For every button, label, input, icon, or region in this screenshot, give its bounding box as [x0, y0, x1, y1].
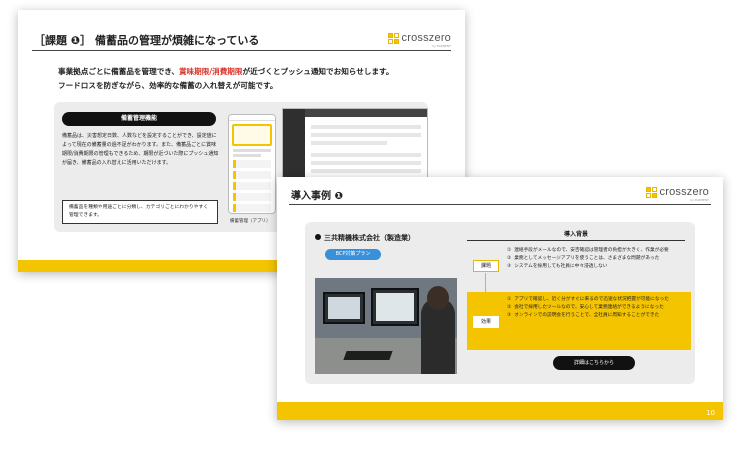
- brand-logo: crosszero by ELEMENT: [387, 32, 451, 48]
- effect-box: 効果 ① アプリで確認し、近く分がすぐに来るので迅速な状況把握が可能になった ②会…: [467, 292, 691, 350]
- company-label: 三共精機株式会社（製造業）: [324, 234, 415, 242]
- issue-list: ① 連絡手段がメールなので、安否確認は管理者の負担が大きく、作業が必要 ② 業務とし…: [507, 247, 685, 271]
- logo-mark-icon: [387, 32, 399, 44]
- bullet-icon: [315, 234, 321, 240]
- case-panel: 三共精機株式会社（製造業） BCP対策プラン 導入背景 課題 ① 連絡手段がメール…: [305, 222, 695, 384]
- logo-mark-icon: [645, 186, 657, 198]
- feature-note: 備蓄品を種類や用途ごとに分類し、カテゴリごとにわかりやすく管理できます。: [62, 200, 218, 224]
- title-divider: [289, 204, 711, 205]
- logo-text: crosszero: [659, 186, 709, 198]
- feature-description: 備蓄品は、災害想定日数、人数などを設定することができ、設定値によって現在の備蓄量…: [62, 133, 219, 166]
- title-divider: [32, 50, 451, 51]
- footer-bar: 10: [277, 402, 723, 420]
- logo-subtext: by ELEMENT: [432, 44, 451, 48]
- details-button[interactable]: 詳細はこちらから: [553, 356, 635, 370]
- intro-line-2: フードロスを防ぎながら、効率的な備蓄の入れ替えが可能です。: [58, 81, 278, 90]
- effect-label: 効果: [473, 316, 499, 328]
- plan-badge: BCP対策プラン: [325, 249, 381, 260]
- feature-heading: 備蓄管理機能: [62, 112, 216, 126]
- slide-title: 導入事例 ❶: [291, 191, 343, 202]
- company-name: 三共精機株式会社（製造業）: [315, 233, 415, 243]
- issue-item: ② 業務としてメッセージアプリを使うことは、さまざまな問題があった: [507, 256, 660, 261]
- intro-before: 事業拠点ごとに備蓄品を管理でき、: [58, 67, 179, 76]
- logo-subtext: by ELEMENT: [690, 198, 709, 202]
- phone-caption: 備蓄管理（アプリ）: [230, 219, 271, 224]
- phone-screenshot: [228, 114, 276, 214]
- intro-highlight: 賞味期限/消費期限: [178, 67, 243, 76]
- effect-item: ② 会社で採用したツールなので、安心して業務連絡ができるようになった: [507, 305, 664, 310]
- intro-after: が近づくとプッシュ通知でお知らせします。: [242, 67, 394, 76]
- office-photo: [315, 278, 457, 374]
- issue-item: ① 連絡手段がメールなので、安否確認は管理者の負担が大きく、作業が必要: [507, 248, 669, 253]
- effect-item: ① アプリで確認し、近く分がすぐに来るので迅速な状況把握が可能になった: [507, 297, 669, 302]
- intro-text: 事業拠点ごとに備蓄品を管理でき、賞味期限/消費期限が近づくとプッシュ通知でお知ら…: [58, 65, 393, 93]
- logo-text: crosszero: [401, 32, 451, 44]
- issue-label: 課題: [473, 260, 499, 272]
- effect-list: ① アプリで確認し、近く分がすぐに来るので迅速な状況把握が可能になった ② 会社で採…: [507, 296, 687, 320]
- slide-title: ［課題 ❶］ 備蓄品の管理が煩雑になっている: [34, 34, 260, 47]
- brand-logo: crosszero by ELEMENT: [645, 186, 709, 202]
- background-heading: 導入背景: [467, 229, 685, 241]
- issue-item: ③ システムを採用しても社員に中々浸透しない: [507, 264, 608, 269]
- effect-item: ③ オンラインでの説明会を行うことで、全社員に周知することができた: [507, 313, 660, 318]
- slide-case-study-1: 導入事例 ❶ crosszero by ELEMENT 三共精機株式会社（製造業…: [277, 177, 723, 420]
- page-number: 10: [706, 409, 715, 417]
